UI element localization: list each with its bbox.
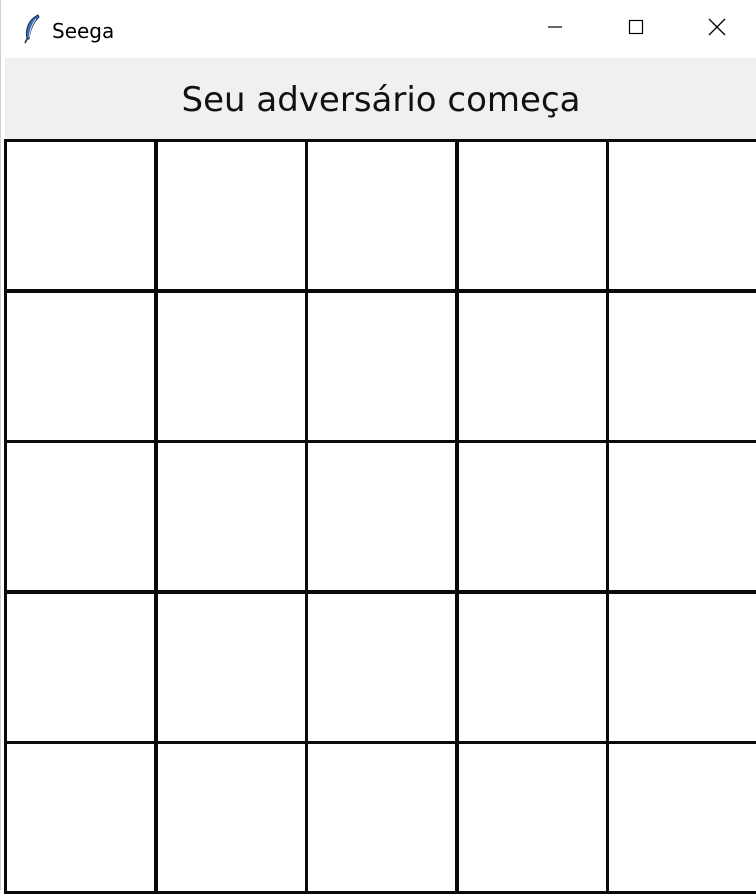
board-cell-r4-c1[interactable] [4,591,157,744]
board-cell-r2-c3[interactable] [305,290,458,443]
board-cell-r2-c5[interactable] [606,290,756,443]
board-cell-r4-c5[interactable] [606,591,756,744]
feather-icon [23,14,41,44]
board-cell-r1-c5[interactable] [606,139,756,292]
game-board [4,139,756,894]
board-cell-r2-c1[interactable] [4,290,157,443]
board-cell-r5-c3[interactable] [305,741,458,894]
board-cell-r3-c1[interactable] [4,440,157,593]
board-cell-r2-c2[interactable] [155,290,308,443]
minimize-button[interactable] [514,0,596,58]
turn-status-label: Seu adversário começa [181,80,581,120]
board-cell-r5-c5[interactable] [606,741,756,894]
board-cell-r4-c2[interactable] [155,591,308,744]
board-cell-r2-c4[interactable] [456,290,609,443]
close-icon [708,18,726,41]
maximize-button[interactable] [595,0,677,58]
maximize-icon [628,19,644,40]
board-cell-r1-c1[interactable] [4,139,157,292]
window-title: Seega [52,19,115,43]
board-cell-r5-c1[interactable] [4,741,157,894]
board-cell-r5-c2[interactable] [155,741,308,894]
board-cell-r3-c4[interactable] [456,440,609,593]
status-header: Seu adversário começa [5,58,756,140]
seega-window: Seega Seu adversário começa [0,0,756,894]
board-cell-r4-c4[interactable] [456,591,609,744]
board-cell-r1-c4[interactable] [456,139,609,292]
board-cell-r3-c3[interactable] [305,440,458,593]
board-cell-r1-c2[interactable] [155,139,308,292]
board-cell-r5-c4[interactable] [456,741,609,894]
board-cell-r3-c5[interactable] [606,440,756,593]
board-cell-r4-c3[interactable] [305,591,458,744]
board-cell-r1-c3[interactable] [305,139,458,292]
minimize-icon [547,19,563,40]
board-cell-r3-c2[interactable] [155,440,308,593]
title-bar[interactable]: Seega [1,0,756,58]
close-button[interactable] [676,0,756,58]
